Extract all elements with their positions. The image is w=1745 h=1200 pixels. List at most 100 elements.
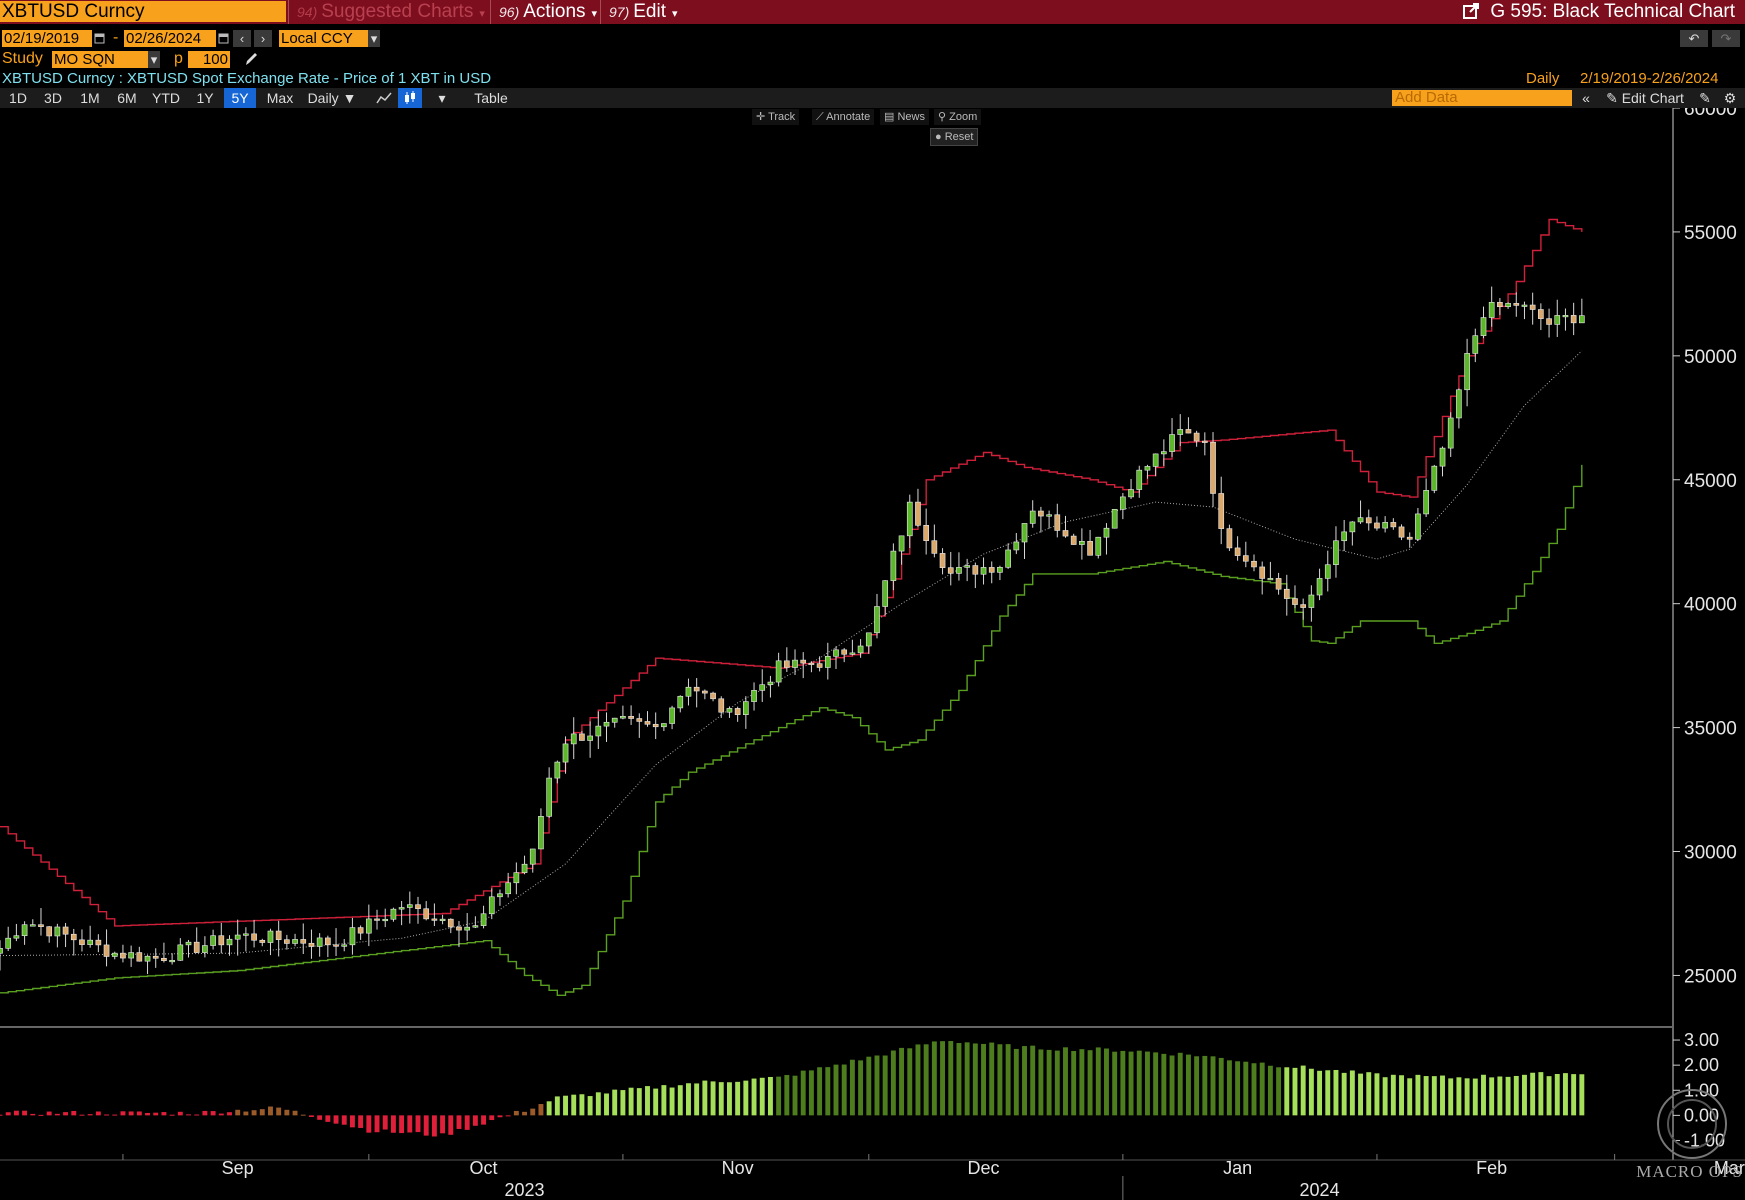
histogram-bar [5, 1112, 11, 1116]
candle-body [308, 942, 315, 947]
collapse-icon[interactable]: « [1574, 88, 1598, 108]
redo-icon[interactable]: ↷ [1712, 30, 1740, 47]
histogram-bar [1276, 1067, 1282, 1116]
edit-menu[interactable]: 97) Edit ▾ [600, 0, 697, 24]
chevron-down-icon[interactable]: ▾ [432, 88, 452, 108]
y-tick-label: 55000 [1684, 223, 1737, 244]
histogram-bar [95, 1111, 101, 1116]
candle-body [1169, 434, 1175, 452]
histogram-bar [1259, 1062, 1265, 1116]
pencil-icon: ✎ [1606, 90, 1618, 106]
candle-body [1316, 578, 1323, 596]
actions-menu[interactable]: 96) Actions ▾ [490, 0, 611, 24]
candle-body [1275, 578, 1282, 590]
histogram-bar [1095, 1047, 1101, 1116]
candle-body [972, 565, 979, 575]
histogram-bar [218, 1113, 224, 1116]
external-link-icon[interactable] [1462, 2, 1480, 20]
histogram-bar [1218, 1057, 1224, 1116]
interval-select[interactable]: Daily ▼ [304, 88, 360, 108]
candle-body [152, 955, 159, 959]
histogram-bar [718, 1082, 724, 1116]
end-date-field[interactable]: 02/26/2024 [124, 30, 216, 47]
candle-body [5, 937, 12, 949]
next-period-button[interactable]: › [254, 30, 272, 47]
period-1m[interactable]: 1M [73, 88, 107, 108]
candle-body [816, 663, 823, 668]
ticker-input[interactable]: XBTUSD Curncy [0, 1, 286, 22]
histogram-bar [1522, 1074, 1527, 1116]
period-6m[interactable]: 6M [110, 88, 144, 108]
calendar-icon[interactable] [94, 30, 106, 47]
candle-body [1324, 564, 1331, 579]
calendar-icon[interactable] [218, 30, 230, 47]
table-button[interactable]: Table [466, 88, 516, 108]
chevron-down-icon[interactable]: ▾ [148, 51, 160, 68]
histogram-bar [276, 1107, 282, 1116]
gear-icon[interactable]: ⚙ [1718, 88, 1742, 108]
param-input[interactable]: 100 [188, 51, 230, 68]
watermark-text: MACRO OPS [1636, 1162, 1743, 1181]
histogram-bar [1546, 1076, 1552, 1116]
y-tick-label: 40000 [1684, 595, 1737, 616]
candle-body [1300, 604, 1307, 608]
histogram-bar [1079, 1049, 1085, 1116]
price-chart[interactable]: 25000 30000 35000 40000 45000 50000 55000 60000… [0, 108, 1745, 1200]
sqn-histogram [0, 1041, 1585, 1137]
period-ytd[interactable]: YTD [148, 88, 184, 108]
histogram-bar [1030, 1045, 1036, 1116]
candle-body [382, 918, 389, 922]
period-3d[interactable]: 3D [37, 88, 69, 108]
candle-body [1038, 510, 1044, 517]
candle-body [1570, 315, 1577, 324]
add-data-input[interactable]: Add Data [1392, 90, 1572, 106]
candle-body [1505, 303, 1511, 307]
histogram-bar [1571, 1074, 1577, 1116]
candle-body [0, 948, 3, 954]
period-5y[interactable]: 5Y [224, 88, 256, 108]
start-date-field[interactable]: 02/19/2019 [2, 30, 92, 47]
histogram-bar [22, 1110, 28, 1116]
candle-body [488, 896, 495, 915]
histogram-bar [415, 1115, 421, 1133]
histogram-bar [571, 1094, 577, 1116]
study-select[interactable]: MO SQN [52, 51, 152, 68]
histogram-bar [210, 1111, 216, 1116]
line-chart-icon[interactable] [372, 88, 396, 108]
candle-body [398, 907, 405, 910]
candle-body [497, 893, 503, 898]
candle-body [1062, 530, 1069, 537]
edit-chart-button[interactable]: ✎ Edit Chart [1600, 88, 1690, 108]
undo-icon[interactable]: ↶ [1680, 30, 1708, 47]
pencil-icon[interactable] [244, 51, 258, 72]
candle-body [1234, 547, 1241, 556]
histogram-bar [817, 1067, 823, 1116]
candle-body [1161, 451, 1167, 455]
histogram-bar [841, 1064, 847, 1116]
period-max[interactable]: Max [262, 88, 298, 108]
histogram-bar [669, 1087, 675, 1116]
histogram-bar [800, 1070, 806, 1116]
period-1y[interactable]: 1Y [189, 88, 221, 108]
histogram-bar [1562, 1073, 1568, 1116]
edit-icon[interactable]: ✎ [1694, 88, 1716, 108]
x-month-label: Nov [722, 1158, 754, 1178]
prev-period-button[interactable]: ‹ [233, 30, 251, 47]
candle-body [431, 918, 438, 921]
candle-body [1251, 560, 1257, 568]
candle-body [833, 649, 839, 657]
candlestick-icon[interactable] [398, 88, 422, 108]
suggested-charts-menu[interactable]: 94) Suggested Charts ▾ [288, 0, 495, 24]
candle-body [21, 924, 28, 937]
candle-body [1210, 441, 1216, 494]
candle-body [693, 686, 700, 692]
candle-body [1103, 527, 1110, 538]
candle-body [1079, 540, 1085, 545]
chevron-down-icon[interactable]: ▾ [368, 30, 380, 47]
candle-body [857, 645, 864, 654]
histogram-bar [1005, 1044, 1011, 1116]
period-1d[interactable]: 1D [2, 88, 34, 108]
candle-body [1497, 302, 1503, 307]
candle-body [570, 733, 577, 745]
currency-select[interactable]: Local CCY [279, 30, 371, 47]
